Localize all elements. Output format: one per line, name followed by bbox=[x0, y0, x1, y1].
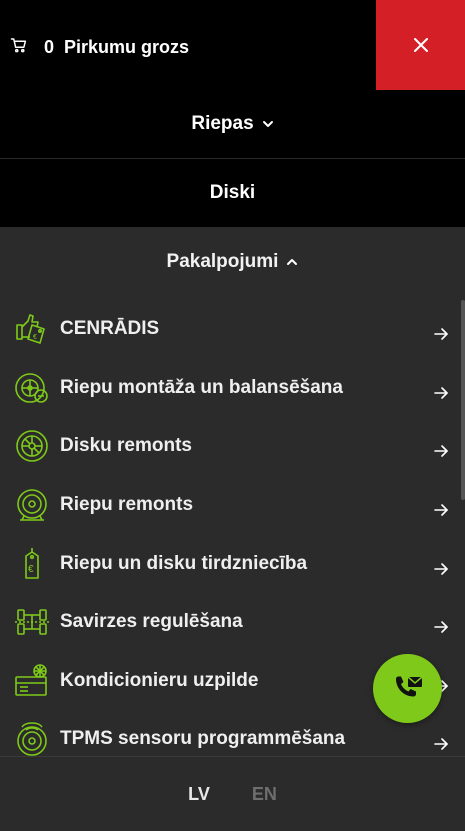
service-item-disku-remonts[interactable]: Disku remonts bbox=[0, 417, 465, 476]
price-tag-hand-icon: € bbox=[14, 311, 50, 347]
svg-text:€: € bbox=[33, 334, 37, 341]
arrow-right-icon bbox=[433, 619, 451, 637]
ac-refill-icon bbox=[14, 663, 50, 699]
service-label: Disku remonts bbox=[60, 435, 192, 457]
nav-pakalpojumi-label: Pakalpojumi bbox=[166, 251, 279, 272]
service-item-riepu-remonts[interactable]: Riepu remonts bbox=[0, 476, 465, 535]
service-item-savirze[interactable]: Savirzes regulēšana bbox=[0, 593, 465, 652]
close-icon bbox=[413, 38, 428, 52]
wheel-rim-icon bbox=[14, 428, 50, 464]
service-item-montaza[interactable]: Riepu montāža un balansēšana bbox=[0, 359, 465, 418]
arrow-right-icon bbox=[433, 326, 451, 344]
arrow-right-icon bbox=[433, 561, 451, 579]
euro-tag-icon: € bbox=[14, 546, 50, 582]
service-label: Savirzes regulēšana bbox=[60, 611, 243, 633]
language-switcher: LV EN bbox=[0, 756, 465, 831]
service-label: CENRĀDIS bbox=[60, 318, 160, 340]
language-en[interactable]: EN bbox=[252, 784, 277, 805]
nav-item-riepas[interactable]: Riepas bbox=[0, 90, 465, 159]
chevron-down-icon bbox=[262, 118, 274, 130]
tire-repair-icon bbox=[14, 487, 50, 523]
nav-item-pakalpojumi[interactable]: Pakalpojumi bbox=[0, 227, 465, 297]
arrow-right-icon bbox=[433, 443, 451, 461]
nav-item-diski[interactable]: Diski bbox=[0, 159, 465, 227]
service-label: Riepu un disku tirdzniecība bbox=[60, 552, 308, 574]
nav-riepas-label: Riepas bbox=[191, 113, 254, 134]
service-label: Riepu montāža un balansēšana bbox=[60, 376, 343, 398]
nav-diski-label: Diski bbox=[209, 182, 256, 203]
cart-label: Pirkumu grozs bbox=[64, 36, 190, 57]
language-lv[interactable]: LV bbox=[188, 784, 210, 805]
arrow-right-icon bbox=[433, 736, 451, 754]
service-item-cenradis[interactable]: € CENRĀDIS bbox=[0, 300, 465, 359]
svg-text:€: € bbox=[28, 564, 34, 575]
close-menu-button[interactable] bbox=[376, 0, 465, 90]
tire-mounting-icon bbox=[14, 370, 50, 406]
arrow-right-icon bbox=[433, 502, 451, 520]
scrollbar[interactable] bbox=[461, 300, 465, 500]
cart-link[interactable]: 0 Pirkumu grozs bbox=[10, 36, 189, 58]
service-item-tirdznieciba[interactable]: € Riepu un disku tirdzniecība bbox=[0, 534, 465, 593]
service-label: Kondicionieru uzpilde bbox=[60, 669, 259, 691]
service-label: Riepu remonts bbox=[60, 494, 194, 516]
service-label: TPMS sensoru programmēšana bbox=[60, 728, 346, 750]
top-bar: 0 Pirkumu grozs bbox=[0, 0, 465, 90]
tpms-sensor-icon bbox=[14, 721, 50, 756]
cart-count: 0 bbox=[44, 36, 55, 57]
contact-fab-button[interactable] bbox=[373, 654, 442, 723]
arrow-right-icon bbox=[433, 385, 451, 403]
shopping-cart-icon bbox=[10, 36, 28, 59]
phone-mail-icon bbox=[395, 675, 422, 696]
alignment-icon bbox=[14, 604, 50, 640]
chevron-up-icon bbox=[286, 256, 298, 268]
